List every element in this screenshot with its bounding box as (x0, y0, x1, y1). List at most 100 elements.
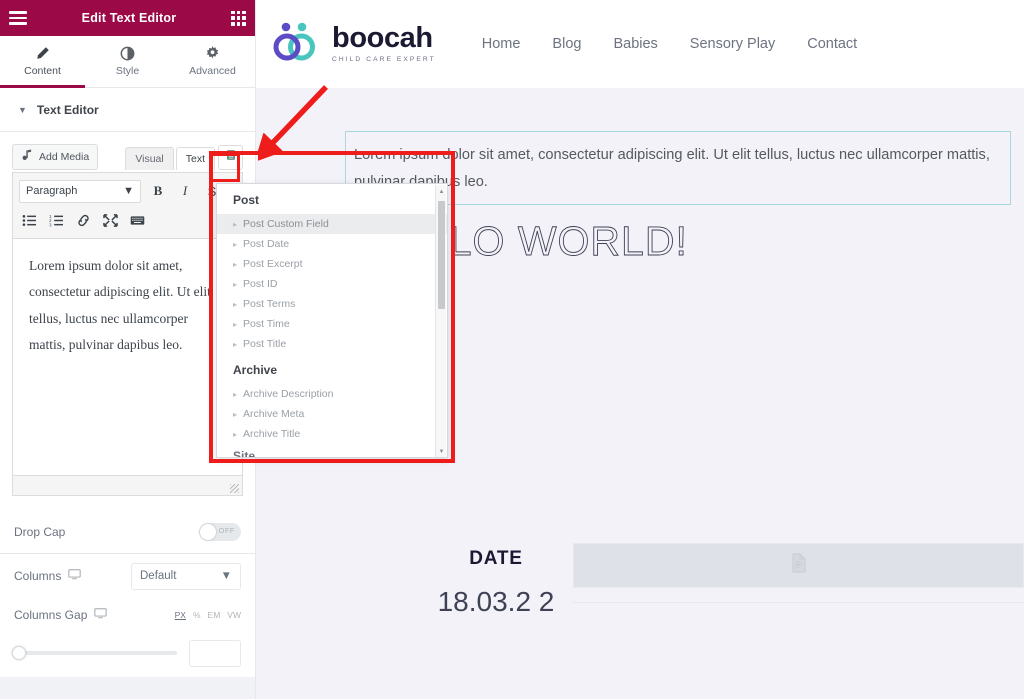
panel-header: Edit Text Editor (0, 0, 255, 36)
numbered-list-icon[interactable]: 1 2 3 (46, 210, 66, 230)
dynamic-item-label: Post Custom Field (243, 218, 329, 230)
media-icon (21, 149, 34, 165)
dynamic-item-post-id[interactable]: ▸ Post ID (217, 274, 447, 294)
gear-icon (205, 46, 220, 61)
chevron-down-icon: ▼ (123, 185, 134, 197)
format-select[interactable]: Paragraph ▼ (19, 179, 141, 203)
tab-style[interactable]: Style (85, 36, 170, 87)
chevron-right-icon: ▸ (233, 299, 238, 309)
slider-handle[interactable] (12, 646, 26, 660)
italic-button[interactable]: I (175, 181, 195, 201)
columns-gap-label: Columns Gap (14, 608, 88, 622)
brand-name: boocah (332, 22, 433, 55)
dynamic-item-post-time[interactable]: ▸ Post Time (217, 314, 447, 334)
wp-editor-textarea[interactable]: Lorem ipsum dolor sit amet, consectetur … (12, 238, 243, 476)
unit-percent[interactable]: % (193, 610, 201, 620)
scroll-down-icon[interactable]: ▼ (436, 445, 447, 457)
screenshot-root: boocah CHILD CARE EXPERT Home Blog Babie… (0, 0, 1024, 699)
date-value: 18.03.2 2 (437, 586, 555, 617)
tab-content[interactable]: Content (0, 36, 85, 88)
dynamic-item-label: Post Terms (243, 298, 296, 310)
grid-icon[interactable] (231, 10, 246, 26)
wp-editor-mode-tabs: Visual Text (123, 144, 243, 170)
dynamic-item-post-title[interactable]: ▸ Post Title (217, 334, 447, 354)
dynamic-item-label: Post Excerpt (243, 258, 303, 270)
add-media-button[interactable]: Add Media (12, 144, 99, 170)
boocah-logo-icon (272, 20, 322, 69)
dynamic-item-label: Post Date (243, 238, 290, 250)
svg-text:3: 3 (49, 222, 52, 227)
control-columns: Columns Default ▼ (0, 554, 255, 598)
database-icon (225, 148, 237, 166)
date-block: DATE 18.03.2 2 (416, 548, 576, 623)
scrollbar-thumb[interactable] (438, 201, 445, 309)
document-icon (790, 553, 807, 578)
site-header: boocah CHILD CARE EXPERT Home Blog Babie… (256, 0, 1024, 88)
dynamic-tags-button[interactable] (218, 144, 243, 170)
chevron-right-icon: ▸ (233, 219, 238, 229)
monitor-icon[interactable] (68, 569, 82, 583)
wp-editor-topbar: Add Media Visual Text (12, 142, 243, 172)
hamburger-icon[interactable] (9, 11, 27, 25)
dynamic-item-post-custom-field[interactable]: ▸ Post Custom Field (217, 214, 447, 234)
control-columns-gap: Columns Gap PX % EM VW (0, 598, 255, 632)
dynamic-item-label: Post Title (243, 338, 287, 350)
chevron-down-icon: ▼ (220, 570, 232, 582)
unit-px[interactable]: PX (175, 610, 186, 620)
chevron-right-icon: ▸ (233, 389, 238, 399)
brand-tagline: CHILD CARE EXPERT (332, 56, 436, 64)
dynamic-group-post-title: Post (233, 193, 260, 207)
section-divider (573, 602, 1024, 603)
drop-cap-label: Drop Cap (14, 524, 66, 539)
panel-title: Edit Text Editor (81, 11, 177, 25)
chevron-right-icon: ▸ (233, 409, 238, 419)
nav-item-blog[interactable]: Blog (552, 36, 581, 52)
monitor-icon[interactable] (94, 608, 108, 622)
nav-item-contact[interactable]: Contact (807, 36, 857, 52)
dynamic-item-archive-meta[interactable]: ▸ Archive Meta (217, 404, 447, 424)
section-text-editor[interactable]: ▼ Text Editor (0, 88, 255, 132)
wp-editor-toolbar: Paragraph ▼ B I S 1 2 3 (12, 172, 243, 238)
site-logo[interactable]: boocah CHILD CARE EXPERT (272, 20, 436, 69)
columns-label-wrap: Columns (14, 569, 131, 583)
nav-item-babies[interactable]: Babies (613, 36, 657, 52)
dynamic-item-post-terms[interactable]: ▸ Post Terms (217, 294, 447, 314)
format-select-value: Paragraph (26, 185, 78, 197)
dropdown-scrollbar[interactable]: ▲ ▼ (435, 185, 447, 457)
unit-vw[interactable]: VW (227, 610, 241, 620)
drop-cap-state: OFF (218, 525, 235, 535)
columns-gap-slider-row (0, 632, 255, 674)
toggle-knob (200, 523, 216, 540)
columns-gap-input[interactable] (189, 639, 241, 667)
fullscreen-icon[interactable] (100, 210, 120, 230)
keyboard-icon[interactable] (127, 210, 147, 230)
section-title: Text Editor (36, 102, 99, 117)
columns-gap-slider[interactable] (12, 646, 177, 660)
link-icon[interactable] (73, 210, 93, 230)
pencil-icon (35, 46, 50, 61)
nav-item-home[interactable]: Home (482, 36, 521, 52)
bullet-list-icon[interactable] (19, 210, 39, 230)
tab-visual[interactable]: Visual (125, 146, 174, 170)
unit-em[interactable]: EM (208, 610, 221, 620)
dynamic-item-label: Archive Description (243, 388, 334, 400)
site-nav: Home Blog Babies Sensory Play Contact (482, 36, 857, 52)
dynamic-item-archive-description[interactable]: ▸ Archive Description (217, 384, 447, 404)
dynamic-item-post-excerpt[interactable]: ▸ Post Excerpt (217, 254, 447, 274)
dynamic-item-archive-title[interactable]: ▸ Archive Title (217, 424, 447, 444)
columns-select[interactable]: Default ▼ (131, 562, 241, 590)
chevron-right-icon: ▸ (233, 319, 238, 329)
chevron-right-icon: ▸ (233, 279, 238, 289)
resize-handle[interactable] (230, 484, 239, 493)
drop-cap-toggle[interactable]: OFF (199, 522, 241, 541)
nav-item-sensory-play[interactable]: Sensory Play (690, 36, 775, 52)
control-drop-cap: Drop Cap OFF (0, 510, 255, 554)
tab-advanced[interactable]: Advanced (170, 36, 255, 87)
bold-button[interactable]: B (148, 181, 168, 201)
columns-label: Columns (14, 569, 62, 583)
chevron-right-icon: ▸ (233, 259, 238, 269)
dynamic-item-post-date[interactable]: ▸ Post Date (217, 234, 447, 254)
scroll-up-icon[interactable]: ▲ (436, 185, 447, 198)
media-placeholder[interactable] (573, 543, 1024, 588)
tab-text[interactable]: Text (175, 146, 215, 170)
